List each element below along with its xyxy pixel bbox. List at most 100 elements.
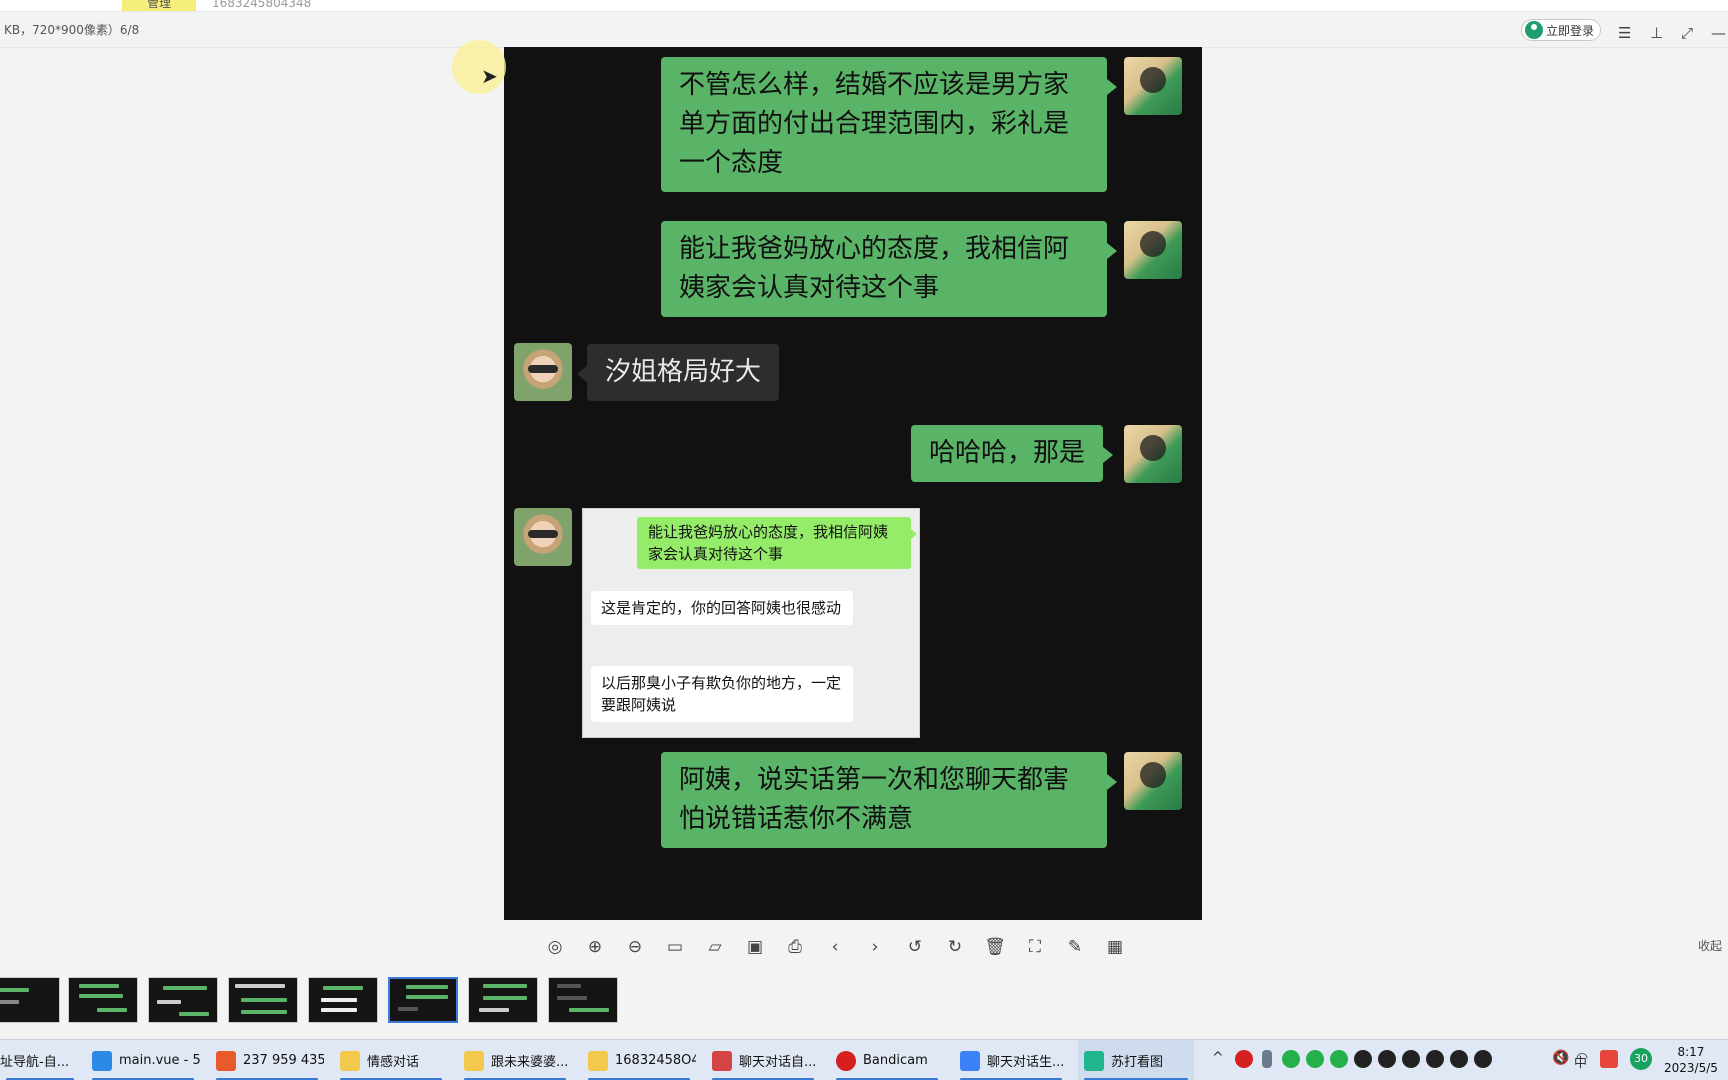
qq-icon[interactable]	[1450, 1050, 1468, 1068]
her-avatar	[514, 508, 572, 566]
taskbar-item-remote[interactable]: 237 959 435	[210, 1040, 324, 1080]
thumbnail[interactable]	[68, 977, 138, 1023]
app-icon	[960, 1050, 980, 1071]
vscode-icon	[92, 1050, 112, 1071]
tray-expand-icon[interactable]: ^	[1212, 1050, 1224, 1066]
taskbar-item-folder[interactable]: 情感对话	[334, 1040, 448, 1080]
collapse-button[interactable]: 收起	[1698, 937, 1722, 954]
taskbar-label: 237 959 435	[243, 1053, 324, 1068]
thumbnail-active[interactable]	[388, 977, 458, 1023]
thumbnail[interactable]	[548, 977, 618, 1023]
thumbnail-strip	[0, 975, 1728, 1035]
rotate-left-icon[interactable]: ↺	[902, 934, 928, 960]
volume-muted-icon[interactable]: 🔇	[1552, 1050, 1569, 1066]
qq-icon[interactable]	[1426, 1050, 1444, 1068]
fullscreen-icon[interactable]: ⤢	[1681, 26, 1693, 41]
mouse-icon[interactable]: ◎	[542, 934, 568, 960]
login-label: 立即登录	[1546, 23, 1595, 38]
thumbnail[interactable]	[0, 977, 60, 1023]
manage-tab[interactable]: 管理	[122, 0, 196, 11]
my-avatar	[1124, 57, 1182, 115]
thumbnail[interactable]	[468, 977, 538, 1023]
system-clock[interactable]: 8:17 2023/5/5	[1664, 1044, 1718, 1076]
her-avatar	[514, 343, 572, 401]
message-bubble-her: 汐姐格局好大	[576, 344, 780, 401]
chat-image: 不管怎么样，结婚不应该是男方家单方面的付出合理范围内，彩礼是一个态度 能让我爸妈…	[504, 47, 1202, 920]
prev-icon[interactable]: ‹	[822, 934, 848, 960]
image-file-info: KB，720*900像素）6/8	[4, 23, 140, 37]
cursor-icon: ➤	[481, 64, 498, 88]
taskbar-item-app[interactable]: 聊天对话生...	[954, 1040, 1068, 1080]
taskbar-item-folder[interactable]: 16832458O4...	[582, 1040, 696, 1080]
image-viewer-icon	[1084, 1050, 1104, 1071]
folder-icon	[588, 1050, 608, 1071]
taskbar-label: Bandicam	[863, 1053, 928, 1068]
app-icon	[712, 1050, 732, 1071]
taskbar-label: 聊天对话自...	[739, 1055, 817, 1070]
grid-icon[interactable]: ▦	[1102, 934, 1128, 960]
message-bubble-me: 能让我爸妈放心的态度，我相信阿姨家会认真对待这个事	[661, 221, 1117, 317]
record-icon	[836, 1050, 856, 1071]
embedded-chat-screenshot: 能让我爸妈放心的态度，我相信阿姨家会认真对待这个事 这是肯定的，你的回答阿姨也很…	[582, 508, 920, 738]
message-bubble-me: 哈哈哈，那是	[911, 425, 1114, 482]
mic-icon[interactable]	[1262, 1050, 1272, 1068]
taskbar-item-bandicam[interactable]: Bandicam	[830, 1040, 944, 1080]
taskbar: 址导航-自... main.vue - 5... 237 959 435 情感对…	[0, 1039, 1728, 1080]
record-tray-icon[interactable]	[1235, 1050, 1253, 1068]
login-button[interactable]: 立即登录	[1521, 19, 1601, 41]
thumbnail[interactable]	[228, 977, 298, 1023]
viewer-toolbar: ◎ ⊕ ⊖ ▭ ▱ ▣ ⎙ ‹ › ↺ ↻ 🗑 ⛶ ✎ ▦ 收起	[0, 920, 1728, 976]
taskbar-label: 16832458O4...	[615, 1053, 696, 1068]
zoom-out-icon[interactable]: ⊖	[622, 934, 648, 960]
thumbnail[interactable]	[148, 977, 218, 1023]
wechat-icon[interactable]	[1282, 1050, 1300, 1068]
my-avatar	[1124, 221, 1182, 279]
my-avatar	[1124, 425, 1182, 483]
pin-icon[interactable]: ⊥	[1650, 26, 1663, 41]
sogou-icon[interactable]	[1600, 1050, 1618, 1068]
screenshot-bubble-her: 这是肯定的，你的回答阿姨也很感动	[591, 591, 853, 625]
taskbar-item-image-viewer[interactable]: 苏打看图	[1078, 1040, 1194, 1080]
wechat-icon[interactable]	[1306, 1050, 1324, 1068]
next-icon[interactable]: ›	[862, 934, 888, 960]
menu-icon[interactable]: ☰	[1618, 26, 1631, 41]
taskbar-item-folder[interactable]: 跟未来婆婆...	[458, 1040, 572, 1080]
cursor-highlight	[452, 40, 506, 94]
clock-time: 8:17	[1677, 1045, 1705, 1059]
message-bubble-me: 阿姨，说实话第一次和您聊天都害怕说错话惹你不满意	[661, 752, 1117, 848]
qq-icon[interactable]	[1378, 1050, 1396, 1068]
notification-badge[interactable]: 30	[1630, 1048, 1652, 1070]
my-avatar	[1124, 752, 1182, 810]
folder-icon	[464, 1050, 484, 1071]
print-icon[interactable]: ⎙	[782, 934, 808, 960]
viewer-header: KB，720*900像素）6/8 立即登录 ☰ ⊥ ⤢ —	[0, 12, 1728, 48]
clock-date: 2023/5/5	[1664, 1061, 1718, 1075]
slideshow-icon[interactable]: ▣	[742, 934, 768, 960]
open-folder-icon[interactable]: ▱	[702, 934, 728, 960]
qq-icon[interactable]	[1474, 1050, 1492, 1068]
edit-icon[interactable]: ✎	[1062, 934, 1088, 960]
top-strip-number: 1683245804348	[212, 0, 312, 10]
taskbar-label: 苏打看图	[1111, 1055, 1164, 1070]
taskbar-item-vscode[interactable]: main.vue - 5...	[86, 1040, 200, 1080]
input-method-indicator[interactable]: 中	[1574, 1052, 1587, 1071]
delete-icon[interactable]: 🗑	[982, 934, 1008, 960]
wechat-icon[interactable]	[1330, 1050, 1348, 1068]
actual-size-icon[interactable]: ▭	[662, 934, 688, 960]
taskbar-label: 情感对话	[367, 1055, 420, 1070]
zoom-in-icon[interactable]: ⊕	[582, 934, 608, 960]
remote-desktop-icon	[216, 1050, 236, 1071]
qq-icon[interactable]	[1402, 1050, 1420, 1068]
taskbar-item-app[interactable]: 聊天对话自...	[706, 1040, 820, 1080]
minimize-icon[interactable]: —	[1711, 26, 1726, 41]
taskbar-label: main.vue - 5...	[119, 1053, 200, 1068]
taskbar-label: 址导航-自...	[0, 1055, 70, 1070]
qq-icon[interactable]	[1354, 1050, 1372, 1068]
rotate-right-icon[interactable]: ↻	[942, 934, 968, 960]
message-bubble-me: 不管怎么样，结婚不应该是男方家单方面的付出合理范围内，彩礼是一个态度	[661, 57, 1117, 192]
taskbar-item-browser[interactable]: 址导航-自...	[0, 1040, 80, 1080]
thumbnail[interactable]	[308, 977, 378, 1023]
user-icon	[1525, 21, 1543, 39]
ocr-icon[interactable]: ⛶	[1022, 934, 1048, 960]
folder-icon	[340, 1050, 360, 1071]
